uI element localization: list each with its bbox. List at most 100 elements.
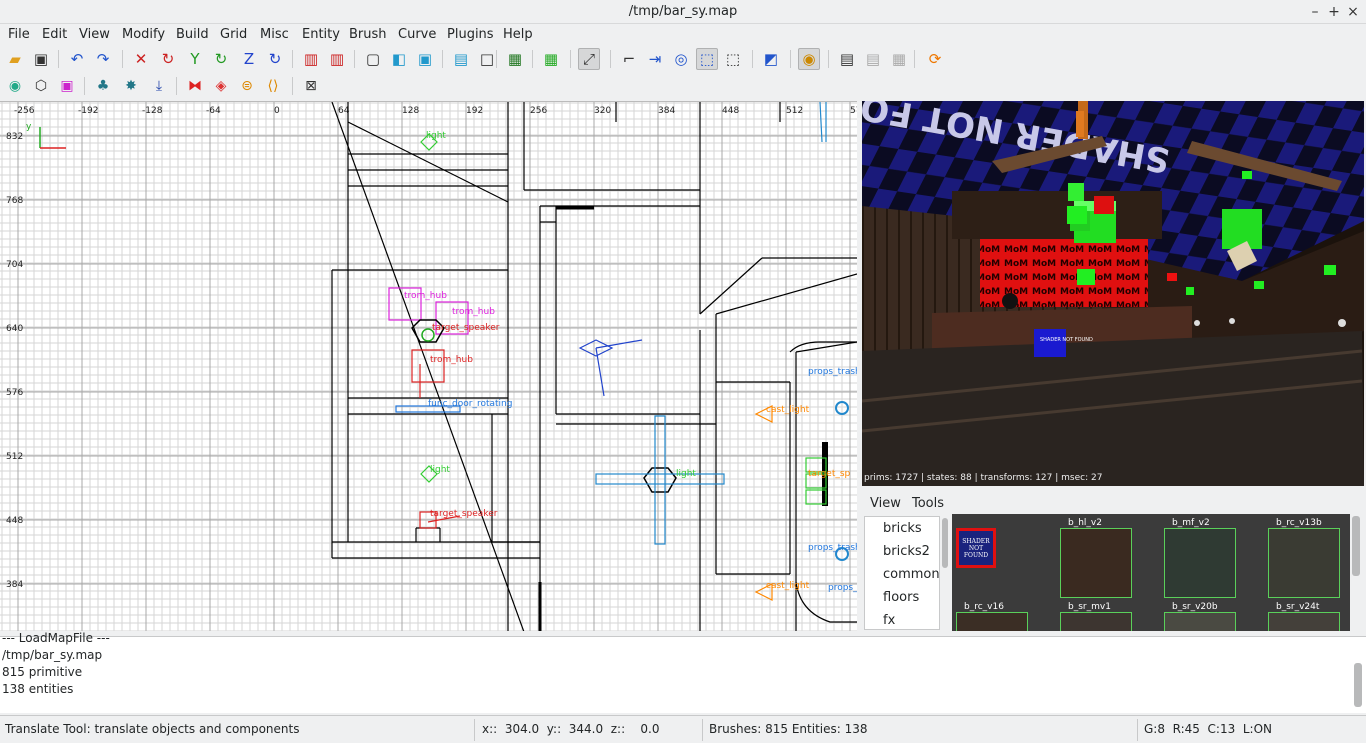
csg-subtract-icon[interactable]: ▣ bbox=[414, 48, 436, 70]
folder-bricks[interactable]: bricks bbox=[883, 521, 922, 536]
missing-shader-text: SHADER bbox=[962, 537, 990, 545]
patch-endcap-icon[interactable]: ✸ bbox=[120, 75, 142, 97]
folder-scrollbar[interactable] bbox=[942, 518, 948, 568]
y-tick-label: 832 bbox=[6, 132, 23, 142]
patch-icon[interactable]: ⬚ bbox=[722, 48, 744, 70]
y-tick-label: 768 bbox=[6, 196, 23, 206]
texture-thumbnail[interactable]: SHADER NOT FOUND bbox=[956, 528, 996, 568]
open-icon[interactable]: ▰ bbox=[4, 48, 26, 70]
missing-shader-text: FOUND bbox=[963, 551, 989, 559]
patch-cylinder-icon[interactable]: ⤓ bbox=[148, 75, 170, 97]
x-tick-label: 320 bbox=[594, 106, 611, 116]
csg-merge-icon[interactable]: ▤ bbox=[450, 48, 472, 70]
menu-entity[interactable]: Entity bbox=[302, 27, 340, 42]
grid-view[interactable]: -256 -192 -128 -64 0 64 128 192 256 320 384 448 512 5… bbox=[0, 101, 857, 631]
console-line: --- LoadMapFile --- bbox=[2, 631, 110, 645]
missing-shader-text: NOT bbox=[968, 544, 984, 552]
patch-invert-icon[interactable]: ⧓ bbox=[184, 75, 206, 97]
patch-bevel-icon[interactable]: ♣ bbox=[92, 75, 114, 97]
folder-common[interactable]: common bbox=[883, 567, 940, 582]
fan-entity[interactable] bbox=[643, 467, 677, 493]
texture-thumbnail[interactable] bbox=[1060, 528, 1132, 598]
texture-thumbnail[interactable] bbox=[956, 612, 1028, 631]
menu-grid[interactable]: Grid bbox=[220, 27, 247, 42]
grid-canvas[interactable]: -256 -192 -128 -64 0 64 128 192 256 320 384 448 512 5… bbox=[0, 102, 857, 631]
view-tree-icon[interactable]: ▦ bbox=[888, 48, 910, 70]
select-inside-icon[interactable]: ▢ bbox=[362, 48, 384, 70]
drag-icon[interactable]: ◎ bbox=[670, 48, 692, 70]
texture-thumbnail[interactable] bbox=[1268, 612, 1340, 631]
texture-name: b_rc_v13b bbox=[1276, 518, 1322, 528]
lock-icon[interactable]: ◩ bbox=[760, 48, 782, 70]
curve-thicken-icon[interactable]: ◉ bbox=[4, 75, 26, 97]
menu-file[interactable]: File bbox=[8, 27, 30, 42]
texture-thumbnail[interactable] bbox=[1164, 612, 1236, 631]
rotate-x-icon[interactable]: ↻ bbox=[157, 48, 179, 70]
texture-lock-icon[interactable]: ◉ bbox=[798, 48, 820, 70]
patch-redisperse-icon[interactable]: ◈ bbox=[210, 75, 232, 97]
view-filter-icon[interactable]: ▤ bbox=[836, 48, 858, 70]
folder-bricks2[interactable]: bricks2 bbox=[883, 544, 930, 559]
texture-thumbnail[interactable] bbox=[1060, 612, 1132, 631]
clipper-icon[interactable]: ▦ bbox=[540, 48, 562, 70]
menu-plugins[interactable]: Plugins bbox=[447, 27, 494, 42]
maximize-icon[interactable]: + bbox=[1325, 3, 1343, 21]
close-icon[interactable]: × bbox=[1344, 3, 1362, 21]
x-tick-label: 0 bbox=[274, 106, 280, 116]
title-bar: /tmp/bar_sy.map – + × bbox=[0, 0, 1366, 24]
bar-shader-sign: SHADER NOT FOUND bbox=[1040, 337, 1093, 343]
x-tick-label: 576 bbox=[850, 106, 857, 116]
select-tall-icon[interactable]: ▥ bbox=[326, 48, 348, 70]
menu-misc[interactable]: Misc bbox=[260, 27, 289, 42]
rotate-y-icon[interactable]: ↻ bbox=[210, 48, 232, 70]
texture-thumbnail[interactable] bbox=[1268, 528, 1340, 598]
texture-folder-tree[interactable]: bricks bricks2 common floors fx bbox=[864, 516, 940, 630]
entity-label: props_trash bbox=[808, 543, 857, 553]
status-coords: x:: 304.0 y:: 344.0 z:: 0.0 bbox=[482, 722, 660, 736]
view-change-icon[interactable]: ▦ bbox=[504, 48, 526, 70]
patch-cone-icon[interactable]: ⟨⟩ bbox=[262, 75, 284, 97]
menu-modify[interactable]: Modify bbox=[122, 27, 165, 42]
texbrowser-view-menu[interactable]: View bbox=[870, 496, 901, 511]
flip-y-icon[interactable]: Y bbox=[184, 48, 206, 70]
curve-cap-icon[interactable]: ⬡ bbox=[30, 75, 52, 97]
entity-label: trom_hub bbox=[404, 291, 447, 301]
entity-label: trom_hub bbox=[430, 355, 473, 365]
texture-grid[interactable]: SHADER NOT FOUND b_hl_v2 b_mf_v2 b_rc_v13b b_r… bbox=[952, 514, 1350, 631]
texture-scrollbar[interactable] bbox=[1352, 516, 1360, 576]
minimize-icon[interactable]: – bbox=[1306, 3, 1324, 21]
csg-hollow-icon[interactable]: ◧ bbox=[388, 48, 410, 70]
scale-icon[interactable]: ⇥ bbox=[644, 48, 666, 70]
x-tick-label: 384 bbox=[658, 106, 675, 116]
texbrowser-tools-menu[interactable]: Tools bbox=[912, 496, 944, 511]
camera-view[interactable]: MoM SHADER NOT FOUND SHADER NOT FOUND bbox=[862, 101, 1364, 486]
patch-matrix-icon[interactable]: ⊜ bbox=[236, 75, 258, 97]
select-complete-icon[interactable]: ▥ bbox=[300, 48, 322, 70]
rotate-icon[interactable]: ⌐ bbox=[618, 48, 640, 70]
console-scrollbar[interactable] bbox=[1354, 663, 1362, 707]
menu-view[interactable]: View bbox=[79, 27, 110, 42]
view-entities-icon[interactable]: ▤ bbox=[862, 48, 884, 70]
refresh-icon[interactable]: ⟳ bbox=[924, 48, 946, 70]
flip-x-icon[interactable]: ✕ bbox=[130, 48, 152, 70]
folder-floors[interactable]: floors bbox=[883, 590, 919, 605]
redo-icon[interactable]: ↷ bbox=[92, 48, 114, 70]
texture-thumbnail[interactable] bbox=[1164, 528, 1236, 598]
translate-icon[interactable]: ⤢ bbox=[578, 48, 600, 70]
flip-z-icon[interactable]: Z bbox=[238, 48, 260, 70]
menu-build[interactable]: Build bbox=[176, 27, 209, 42]
undo-icon[interactable]: ↶ bbox=[66, 48, 88, 70]
save-icon[interactable]: ▣ bbox=[30, 48, 52, 70]
csg-make-room-icon[interactable]: □ bbox=[476, 48, 498, 70]
folder-fx[interactable]: fx bbox=[883, 613, 895, 628]
curve-texture-icon[interactable]: ▣ bbox=[56, 75, 78, 97]
menu-brush[interactable]: Brush bbox=[349, 27, 387, 42]
menu-edit[interactable]: Edit bbox=[42, 27, 67, 42]
no-shader-icon[interactable]: ⊠ bbox=[300, 75, 322, 97]
menu-curve[interactable]: Curve bbox=[398, 27, 436, 42]
rotate-z-icon[interactable]: ↻ bbox=[264, 48, 286, 70]
entity-label: target_speaker bbox=[430, 509, 498, 519]
entity-label: cast_light bbox=[766, 581, 810, 591]
resize-icon[interactable]: ⬚ bbox=[696, 48, 718, 70]
menu-help[interactable]: Help bbox=[503, 27, 533, 42]
